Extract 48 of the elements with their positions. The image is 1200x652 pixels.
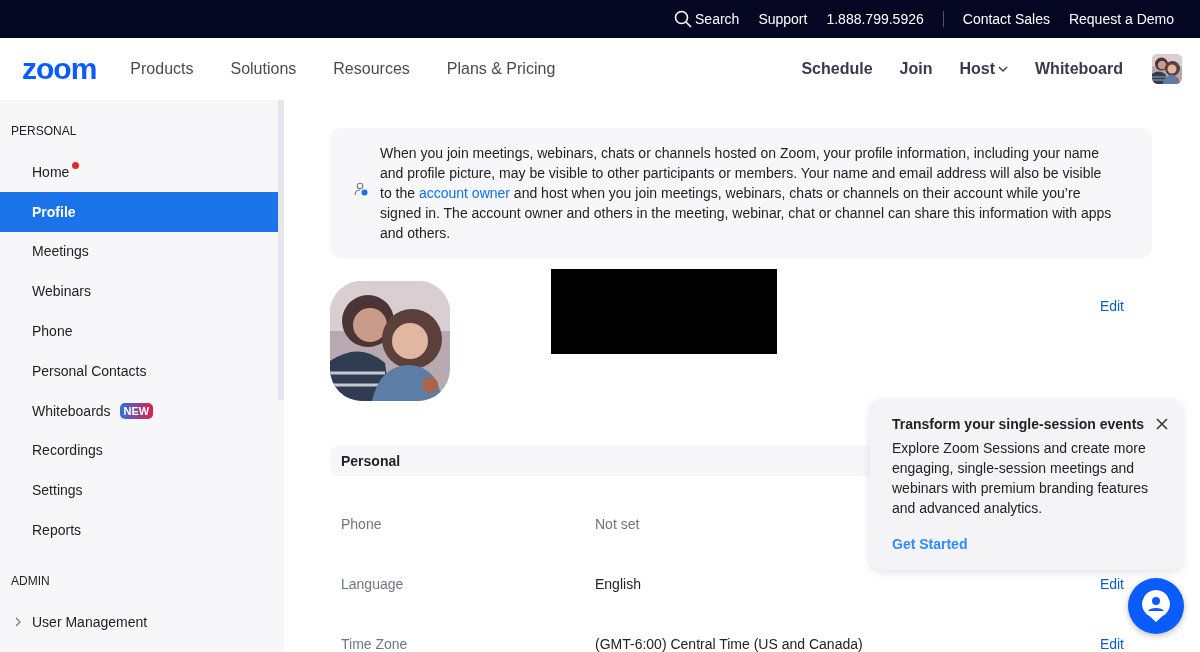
- field-label: Time Zone: [340, 636, 409, 652]
- popup-title: Transform your single-session events: [892, 416, 1146, 432]
- edit-link[interactable]: Edit: [1099, 576, 1124, 592]
- field-value: (GMT-6:00) Central Time (US and Canada): [595, 636, 863, 652]
- nav-link[interactable]: Plans & Pricing: [446, 60, 556, 78]
- nav-link[interactable]: Whiteboard: [1035, 60, 1123, 78]
- top-link[interactable]: Request a Demo: [1068, 11, 1174, 27]
- chevron-down-icon: [998, 65, 1008, 73]
- sidebar-item[interactable]: Reports: [0, 510, 278, 550]
- notice-text: When you join meetings, webinars, chats or channels hosted on Zoom, your profile information, including your name and profile picture, may be visible to other participants or members. Your name and email address will also be visible to the account owner and host when you join meetings, webinars, chats or channels on their account while you’re signed in. The account owner and others in the meeting, webinar, chat or channel can share this information with apps and others.: [380, 145, 1112, 241]
- sidebar-item[interactable]: Recordings: [0, 430, 278, 471]
- sidebar-item[interactable]: Profile: [0, 191, 278, 232]
- edit-link[interactable]: Edit: [1099, 298, 1124, 314]
- sidebar-item[interactable]: Personal Contacts: [0, 351, 278, 391]
- field-value: English: [595, 576, 641, 592]
- field-value: Not set: [595, 516, 640, 532]
- edit-link[interactable]: Edit: [1099, 636, 1124, 652]
- sidebar-item[interactable]: Home: [0, 152, 278, 192]
- sidebar-item[interactable]: Meetings: [0, 231, 278, 272]
- zoom-logo[interactable]: zoom: [22, 52, 97, 86]
- person-icon: [354, 182, 368, 196]
- nav-link[interactable]: Join: [899, 60, 933, 78]
- nav-link[interactable]: Schedule: [801, 60, 873, 78]
- sidebar-item[interactable]: Webinars: [0, 271, 278, 312]
- nav-link[interactable]: Solutions: [230, 60, 297, 78]
- chevron-right-icon: [14, 616, 22, 627]
- nav-link[interactable]: Resources: [333, 60, 410, 78]
- sidebar-item[interactable]: Settings: [0, 470, 278, 511]
- nav-link[interactable]: Host: [959, 60, 1008, 78]
- nav-link[interactable]: Products: [130, 60, 194, 78]
- scrollbar[interactable]: [278, 100, 284, 400]
- search-icon: [674, 10, 693, 28]
- account-owner-link[interactable]: account owner: [418, 185, 510, 201]
- close-icon[interactable]: [1156, 418, 1168, 430]
- sidebar-item[interactable]: Whiteboards NEW: [0, 390, 278, 431]
- field-label: Phone: [340, 516, 383, 532]
- top-link[interactable]: Support: [758, 11, 808, 27]
- chat-bubble-icon: [1141, 589, 1171, 623]
- top-link[interactable]: Contact Sales: [962, 11, 1050, 27]
- field-label: Language: [340, 576, 405, 592]
- section-heading: PERSONAL: [10, 123, 78, 140]
- chat-button[interactable]: [1128, 578, 1184, 634]
- sidebar-item[interactable]: User Management: [0, 601, 278, 642]
- section-heading: ADMIN: [10, 572, 51, 590]
- sidebar-item[interactable]: Phone: [0, 311, 278, 351]
- search-link[interactable]: Search: [674, 10, 740, 28]
- new-badge: NEW: [119, 402, 154, 419]
- phone-number[interactable]: 1.888.799.5926: [826, 11, 924, 27]
